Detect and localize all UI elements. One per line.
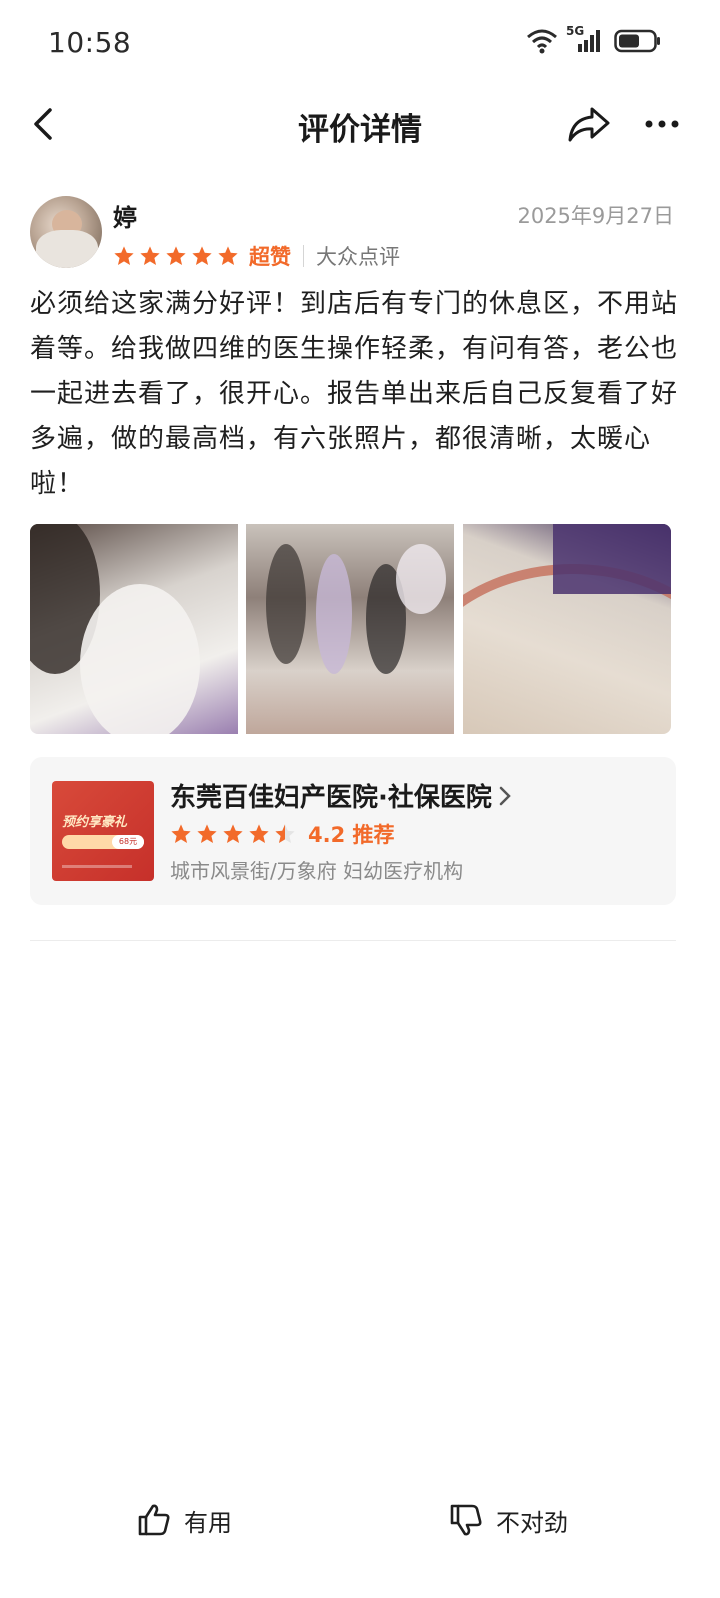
not-right-button[interactable]: 不对劲 <box>448 1502 568 1538</box>
share-icon[interactable] <box>566 104 612 144</box>
rating-label: 超赞 <box>249 245 291 269</box>
star-icon <box>166 246 186 265</box>
review-source: 大众点评 <box>316 245 400 269</box>
shop-name[interactable]: 东莞百佳妇产医院·社保医院 <box>170 777 512 814</box>
shop-rating: 4.2 推荐 <box>170 819 395 849</box>
status-icons: 5G <box>526 24 662 54</box>
cellular-5g-icon: 5G <box>566 24 606 54</box>
star-icon <box>223 824 243 843</box>
star-icon <box>140 246 160 265</box>
divider <box>30 940 676 941</box>
helpful-button[interactable]: 有用 <box>136 1502 232 1538</box>
star-icon <box>197 824 217 843</box>
battery-icon <box>614 29 660 53</box>
review-photo[interactable] <box>246 524 454 734</box>
wifi-icon <box>527 29 557 54</box>
divider <box>303 245 304 267</box>
shop-score: 4.2 推荐 <box>308 823 395 847</box>
shop-card[interactable]: 预约享豪礼 68元 东莞百佳妇产医院·社保医院 4.2 推荐 城市风景街/万象府… <box>30 757 676 905</box>
shop-thumbnail: 预约享豪礼 68元 <box>52 781 154 881</box>
review-photo[interactable] <box>30 524 238 734</box>
star-icon <box>192 246 212 265</box>
review-photo[interactable] <box>463 524 671 734</box>
more-options-icon[interactable] <box>642 104 682 144</box>
star-icon <box>114 246 134 265</box>
page-title: 评价详情 <box>298 112 422 148</box>
reviewer-name[interactable]: 婷 <box>113 198 137 233</box>
star-icon <box>218 246 238 265</box>
review-text: 必须给这家满分好评！到店后有专门的休息区，不用站着等。给我做四维的医生操作轻柔，… <box>30 289 679 499</box>
reviewer-avatar[interactable] <box>30 196 102 268</box>
review-rating: 超赞 大众点评 <box>113 240 400 272</box>
half-star-icon <box>275 824 295 843</box>
not-right-label: 不对劲 <box>496 1508 568 1537</box>
thumbs-down-icon <box>450 1504 482 1536</box>
shop-location: 城市风景街/万象府 妇幼医疗机构 <box>170 859 464 883</box>
star-icon <box>249 824 269 843</box>
chevron-right-icon <box>499 786 511 805</box>
star-icon <box>171 824 191 843</box>
thumbs-up-icon <box>138 1504 170 1536</box>
status-time: 10:58 <box>48 26 132 59</box>
review-date: 2025年9月27日 <box>517 204 674 228</box>
helpful-label: 有用 <box>184 1508 232 1537</box>
